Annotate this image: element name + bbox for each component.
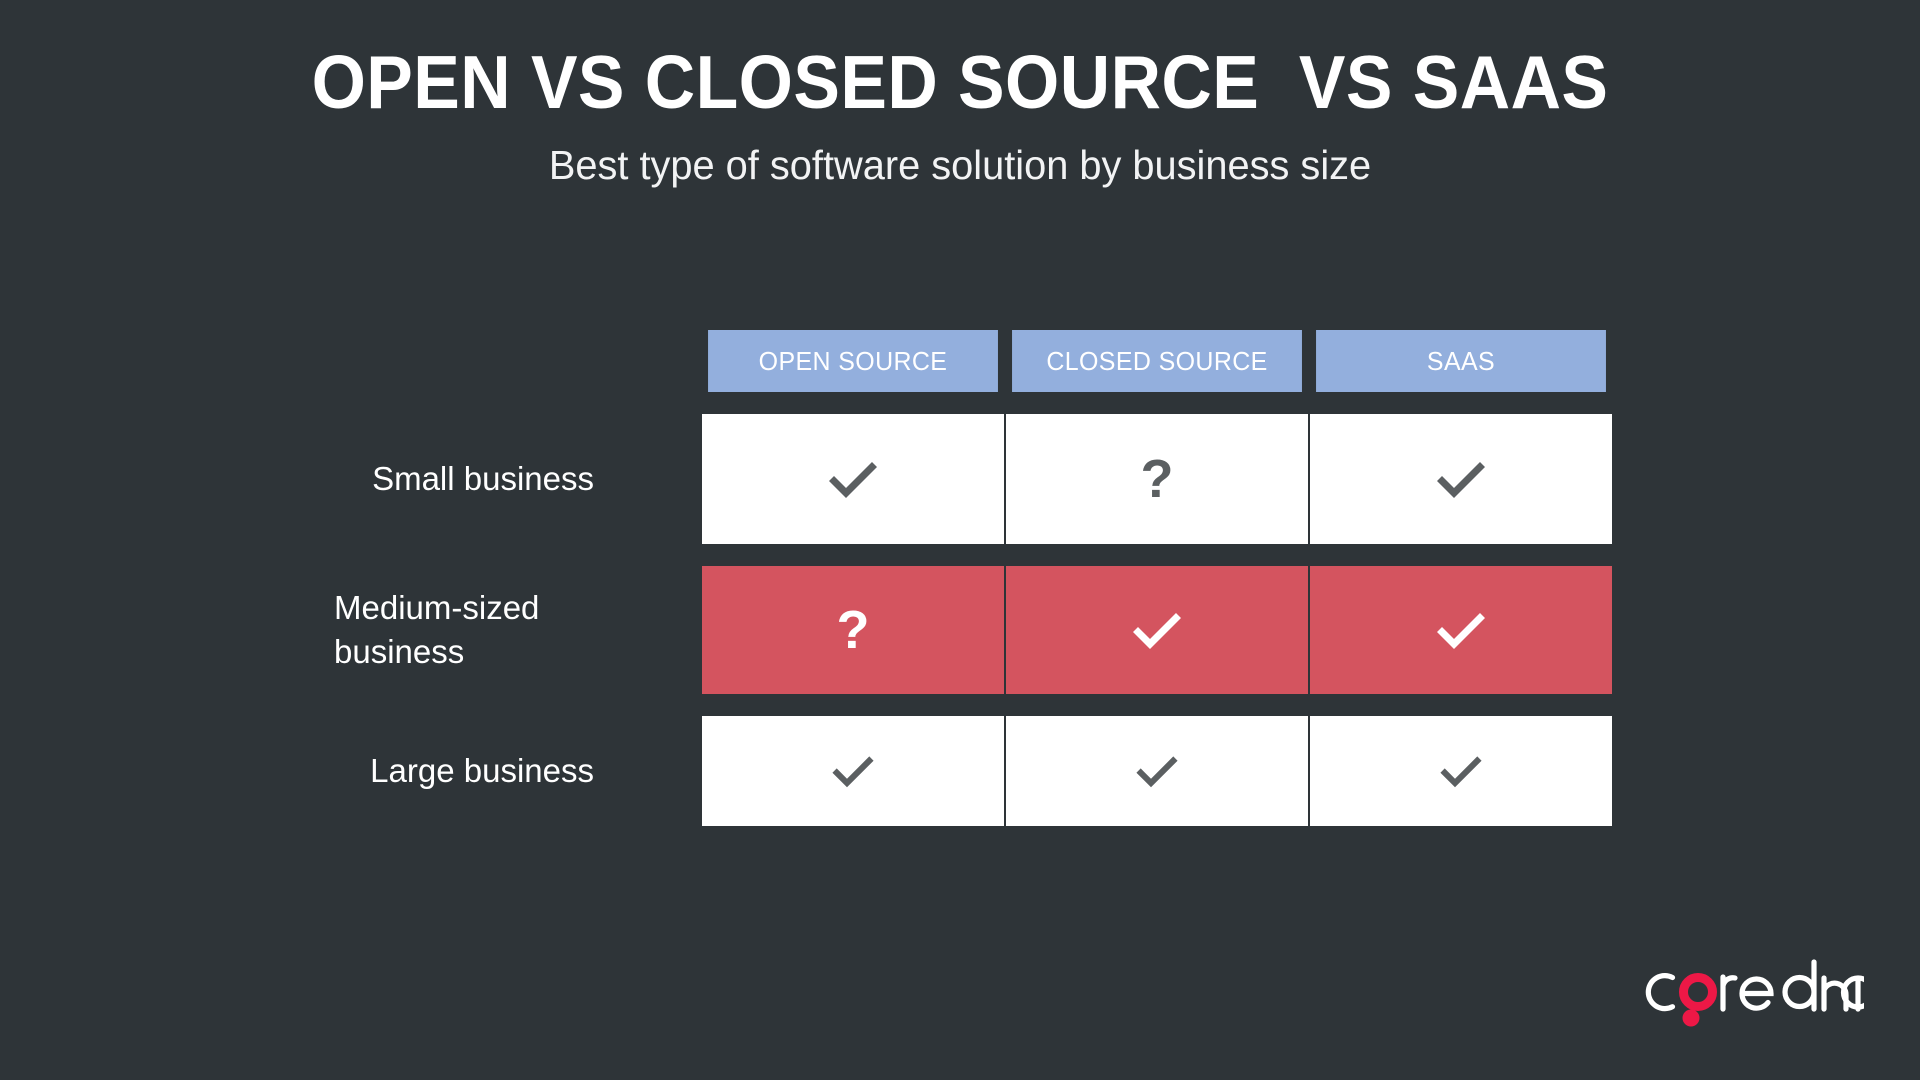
row-label-small-business: Small business [298,414,702,544]
check-icon [1433,606,1489,654]
row-label-text: Large business [370,752,594,790]
header: OPEN VS CLOSED SOURCE VS SAAS Best type … [0,0,1920,188]
column-header-label: CLOSED SOURCE [1046,345,1268,376]
matrix-cell [702,414,1004,544]
row-label-large-business: Large business [298,716,702,826]
page-subtitle: Best type of software solution by busine… [548,141,1372,188]
check-icon [1437,750,1485,792]
page-title: OPEN VS CLOSED SOURCE VS SAAS [311,40,1609,124]
matrix-corner-spacer [298,330,702,392]
row-label-text: Small business [372,460,594,498]
column-header-label: OPEN SOURCE [758,345,948,376]
matrix-cell [702,716,1004,826]
check-icon [1133,750,1181,792]
check-icon [1433,455,1489,503]
check-icon [1129,606,1185,654]
matrix-cell: ? [702,566,1004,694]
column-header-open-source: OPEN SOURCE [708,330,998,392]
matrix-cell [1006,566,1308,694]
matrix-cell [1310,414,1612,544]
matrix-cell [1310,566,1612,694]
check-icon [825,455,881,503]
matrix-cell [1310,716,1612,826]
matrix-cell: ? [1006,414,1308,544]
check-icon [829,750,877,792]
question-mark-icon: ? [1140,449,1174,509]
column-header-saas: SAAS [1316,330,1606,392]
column-header-closed-source: CLOSED SOURCE [1012,330,1302,392]
question-mark-icon: ? [836,600,870,660]
core-dna-logo [1642,958,1864,1028]
comparison-matrix: OPEN SOURCE CLOSED SOURCE SAAS Small bus… [298,330,1612,826]
matrix-cell [1006,716,1308,826]
column-header-label: SAAS [1426,345,1496,376]
row-label-medium-sized-business: Medium-sized business [298,566,702,694]
row-label-text: Medium-sized business [334,589,540,670]
